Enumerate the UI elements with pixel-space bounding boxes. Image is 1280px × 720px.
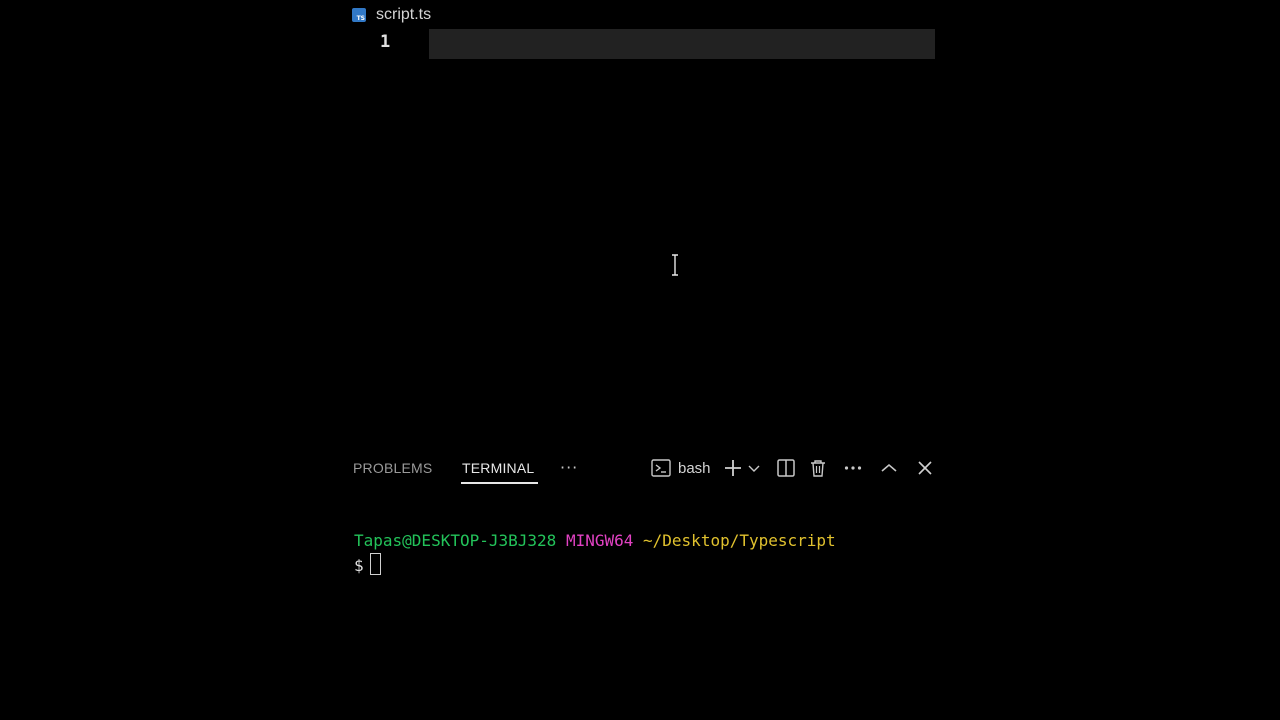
terminal-prompt-line: Tapas@DESKTOP-J3BJ328 MINGW64 ~/Desktop/… (340, 528, 940, 553)
line-number: 1 (380, 32, 391, 52)
tab-problems[interactable]: PROBLEMS (353, 460, 432, 476)
more-actions-button[interactable] (843, 456, 863, 480)
plus-icon (725, 460, 741, 476)
panel-tab-bar: PROBLEMS TERMINAL ··· bash (340, 452, 940, 486)
chevron-down-icon (748, 465, 760, 472)
close-panel-button[interactable] (917, 456, 933, 480)
editor[interactable]: TS script.ts 1 (340, 0, 940, 440)
new-terminal-button[interactable] (723, 456, 743, 480)
chevron-up-icon (881, 463, 897, 472)
maximize-panel-button[interactable] (880, 456, 898, 480)
file-tab[interactable]: TS script.ts (352, 4, 431, 26)
terminal-path: ~/Desktop/Typescript (643, 531, 836, 550)
terminal-name: bash (678, 459, 711, 477)
split-terminal-button[interactable] (776, 456, 796, 480)
kill-terminal-button[interactable] (809, 456, 827, 480)
split-icon (777, 459, 795, 477)
terminal-icon (651, 459, 671, 477)
terminal-output[interactable]: Tapas@DESKTOP-J3BJ328 MINGW64 ~/Desktop/… (340, 528, 940, 648)
terminal-dropdown-button[interactable] (747, 456, 761, 480)
trash-icon (811, 460, 825, 477)
tab-terminal[interactable]: TERMINAL (462, 460, 534, 476)
close-icon (918, 461, 932, 475)
active-tab-indicator (461, 482, 538, 484)
terminal-user-host: Tapas@DESKTOP-J3BJ328 (354, 531, 557, 550)
current-line-highlight[interactable] (429, 29, 935, 59)
terminal-selector[interactable]: bash (651, 456, 711, 480)
typescript-file-icon: TS (352, 8, 366, 22)
terminal-system: MINGW64 (565, 531, 634, 550)
more-tabs-button[interactable]: ··· (560, 458, 578, 477)
terminal-cursor (369, 553, 381, 575)
terminal-input-line[interactable]: $ (340, 553, 940, 578)
more-icon (844, 466, 862, 470)
file-name: script.ts (376, 6, 432, 23)
text-cursor-icon (672, 254, 678, 276)
terminal-prompt-symbol: $ (354, 556, 364, 575)
